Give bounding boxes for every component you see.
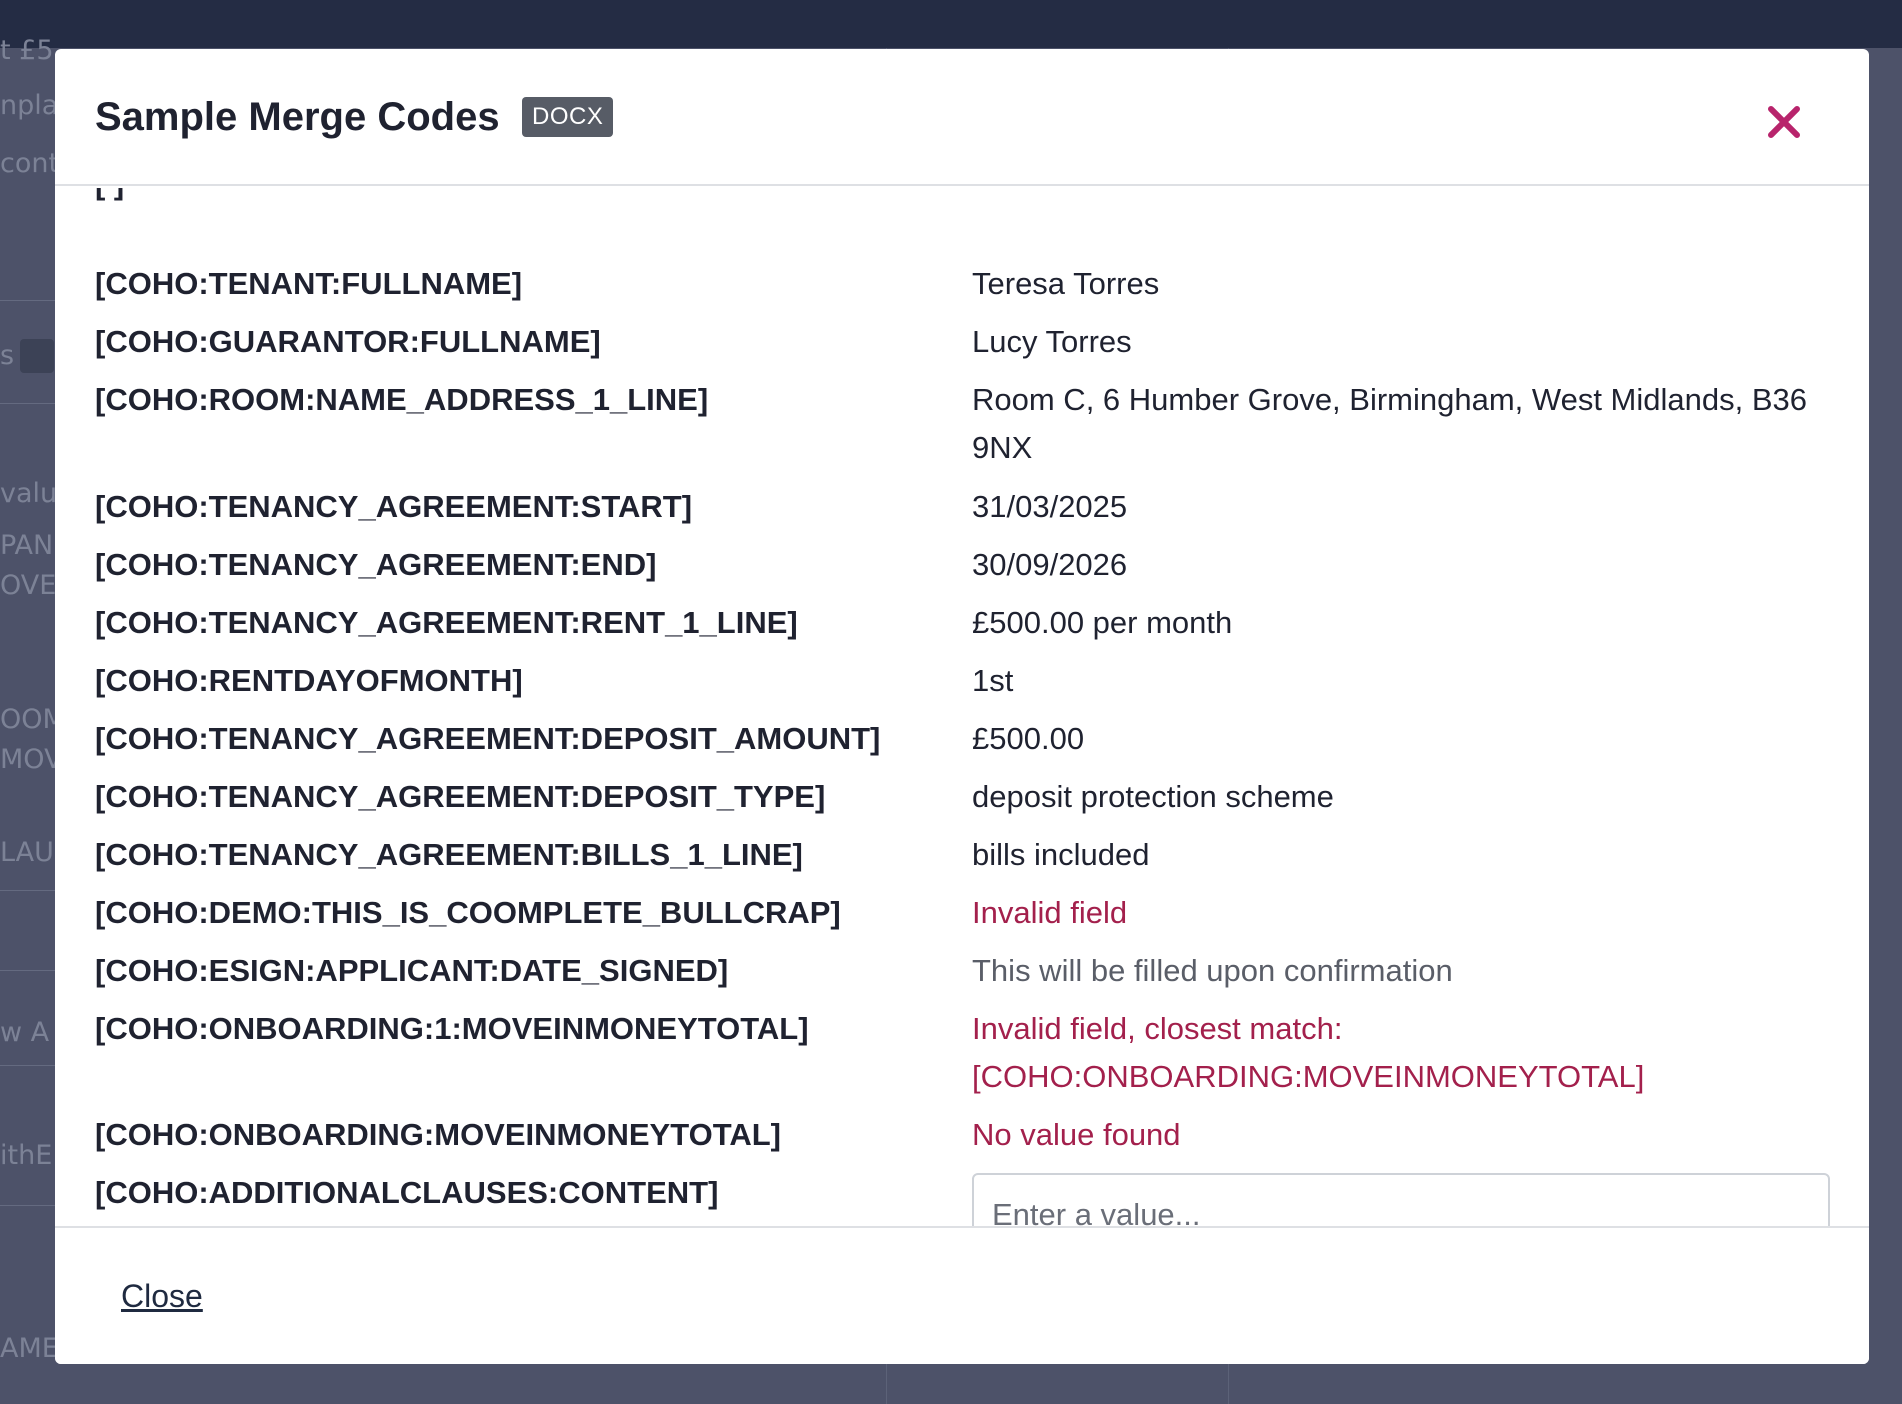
merge-value: 31/03/2025 (972, 489, 1128, 524)
merge-code: [COHO:RENTDAYOFMONTH] (95, 663, 523, 698)
merge-code: [COHO:TENANCY_AGREEMENT:END] (95, 547, 657, 582)
backdrop-badge (20, 339, 54, 373)
merge-value: deposit protection scheme (972, 779, 1334, 814)
backdrop-text: MOV (0, 744, 63, 775)
merge-codes-modal: Sample Merge Codes DOCX [ ] [COHO:TENANT… (55, 49, 1869, 1364)
modal-title: Sample Merge Codes (95, 95, 500, 139)
merge-code-row: [COHO:ONBOARDING:MOVEINMONEYTOTAL] No va… (55, 1115, 1869, 1155)
merge-code: [COHO:DEMO:THIS_IS_COOMPLETE_BULLCRAP] (95, 895, 841, 930)
merge-value: bills included (972, 837, 1150, 872)
merge-value: Lucy Torres (972, 324, 1132, 359)
backdrop-divider (0, 300, 60, 301)
merge-code: [COHO:ONBOARDING:MOVEINMONEYTOTAL] (95, 1117, 781, 1152)
file-type-badge: DOCX (522, 97, 614, 137)
merge-code-row: [COHO:RENTDAYOFMONTH] 1st (55, 661, 1869, 701)
clipped-row: [ ] (95, 188, 124, 201)
merge-code: [COHO:TENANCY_AGREEMENT:DEPOSIT_AMOUNT] (95, 721, 881, 756)
merge-code: [COHO:TENANT:FULLNAME] (95, 266, 523, 301)
backdrop-text: OVE (0, 570, 57, 601)
backdrop-text: valu (0, 478, 58, 509)
merge-code: [COHO:ADDITIONALCLAUSES:CONTENT] (95, 1175, 719, 1210)
merge-code-row: [COHO:ONBOARDING:1:MOVEINMONEYTOTAL] Inv… (55, 1009, 1869, 1105)
backdrop-divider (0, 890, 60, 891)
merge-value: 30/09/2026 (972, 547, 1128, 582)
close-icon-glyph (1768, 106, 1800, 138)
merge-value: Room C, 6 Humber Grove, Birmingham, West… (972, 382, 1808, 465)
merge-value-error: No value found (972, 1117, 1181, 1152)
backdrop-text: AME (0, 1333, 59, 1364)
merge-code-row: [COHO:TENANCY_AGREEMENT:DEPOSIT_TYPE] de… (55, 777, 1869, 817)
merge-value: Teresa Torres (972, 266, 1160, 301)
backdrop-text: cont (0, 148, 60, 179)
backdrop-divider (0, 970, 60, 971)
merge-code-row: [COHO:DEMO:THIS_IS_COOMPLETE_BULLCRAP] I… (55, 893, 1869, 933)
modal-footer: Close (55, 1226, 1869, 1364)
merge-code-row: [COHO:TENANT:FULLNAME] Teresa Torres (55, 264, 1869, 304)
merge-code-row: [COHO:ROOM:NAME_ADDRESS_1_LINE] Room C, … (55, 380, 1869, 476)
backdrop-text: PAN (0, 530, 54, 561)
backdrop-divider (0, 1205, 60, 1206)
merge-code: [COHO:TENANCY_AGREEMENT:START] (95, 489, 693, 524)
backdrop-text: t £5 (0, 35, 54, 66)
close-button[interactable]: Close (121, 1276, 203, 1316)
backdrop-divider (0, 403, 60, 404)
modal-header: Sample Merge Codes DOCX (55, 49, 1869, 186)
backdrop-text: ithE (0, 1140, 53, 1171)
merge-value-error: Invalid field (972, 895, 1128, 930)
merge-code: [COHO:ONBOARDING:1:MOVEINMONEYTOTAL] (95, 1011, 809, 1046)
backdrop-divider (0, 1065, 60, 1066)
merge-code-row: [COHO:TENANCY_AGREEMENT:DEPOSIT_AMOUNT] … (55, 719, 1869, 759)
backdrop-text: npla (0, 90, 59, 121)
merge-code: [COHO:TENANCY_AGREEMENT:BILLS_1_LINE] (95, 837, 803, 872)
merge-code: [COHO:ROOM:NAME_ADDRESS_1_LINE] (95, 382, 709, 417)
app-topbar (0, 0, 1902, 48)
merge-code-row: [COHO:TENANCY_AGREEMENT:RENT_1_LINE] £50… (55, 603, 1869, 643)
merge-code-row: [COHO:TENANCY_AGREEMENT:END] 30/09/2026 (55, 545, 1869, 585)
merge-code-row: [COHO:GUARANTOR:FULLNAME] Lucy Torres (55, 322, 1869, 362)
merge-value-pending: This will be filled upon confirmation (972, 953, 1453, 988)
merge-code: [COHO:GUARANTOR:FULLNAME] (95, 324, 601, 359)
backdrop-text: LAU (0, 837, 54, 868)
merge-codes-list[interactable]: [ ] [COHO:TENANT:FULLNAME] Teresa Torres… (55, 188, 1869, 1275)
merge-code: [COHO:TENANCY_AGREEMENT:RENT_1_LINE] (95, 605, 798, 640)
merge-code-row: [COHO:TENANCY_AGREEMENT:BILLS_1_LINE] bi… (55, 835, 1869, 875)
merge-value: £500.00 per month (972, 605, 1233, 640)
backdrop-text: w A (0, 1017, 50, 1048)
merge-value-error: Invalid field, closest match: [COHO:ONBO… (972, 1011, 1645, 1094)
merge-value: 1st (972, 663, 1014, 698)
merge-code: [COHO:TENANCY_AGREEMENT:DEPOSIT_TYPE] (95, 779, 826, 814)
close-icon[interactable] (1757, 95, 1811, 149)
merge-code-row: [COHO:TENANCY_AGREEMENT:START] 31/03/202… (55, 487, 1869, 527)
merge-code: [COHO:ESIGN:APPLICANT:DATE_SIGNED] (95, 953, 729, 988)
merge-value: £500.00 (972, 721, 1085, 756)
merge-code-row: [COHO:ESIGN:APPLICANT:DATE_SIGNED] This … (55, 951, 1869, 991)
backdrop-text: s (0, 340, 15, 371)
